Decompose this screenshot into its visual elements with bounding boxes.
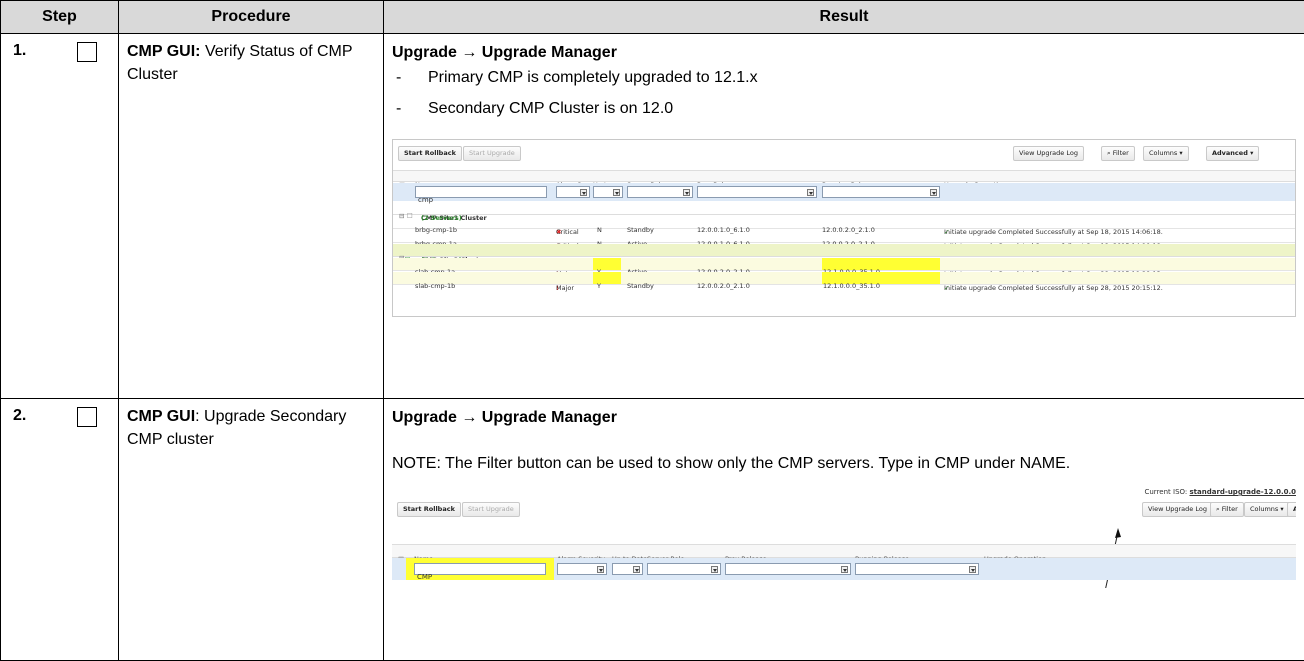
current-iso-link[interactable]: standard-upgrade-12.0.0.0 <box>1190 488 1297 496</box>
table-row[interactable]: brbg-cmp-1a ✖ Critical N Active 12.0.0.1… <box>393 230 1295 243</box>
step-row-1: 1. CMP GUI: Verify Status of CMP Cluster… <box>1 34 1304 399</box>
prev-release: 12.0.0.2.0_2.1.0 <box>697 274 750 299</box>
alarm-filter-select[interactable] <box>557 563 607 575</box>
chevron-down-icon <box>580 189 587 196</box>
advanced-button[interactable]: Adva <box>1287 502 1296 517</box>
filter-row: cmp <box>393 183 1295 201</box>
procedure-table: Step Procedure Result 1. CMP GUI: Verify… <box>0 0 1304 661</box>
step-cell-2: 2. <box>1 399 119 661</box>
grid-header: ▤ Name Alarm Se... Up to ... Server Role… <box>393 170 1295 182</box>
uptodate-value: Y <box>593 272 621 284</box>
step-number: 2. <box>13 407 26 425</box>
header-result: Result <box>384 1 1304 34</box>
step-checkbox[interactable] <box>77 42 97 62</box>
view-upgrade-log-button[interactable]: View Upgrade Log <box>1013 146 1084 161</box>
grid-header: ▤ Name Alarm Severity Up to Date Server … <box>392 544 1296 558</box>
alarm-text: Major <box>556 276 574 301</box>
procedure-label: CMP GUI: <box>127 43 200 60</box>
chevron-down-icon <box>807 189 814 196</box>
advanced-button[interactable]: Advanced ▾ <box>1206 146 1259 161</box>
running-filter-select[interactable] <box>822 186 940 198</box>
operation-text: Initiate upgrade Completed Successfully … <box>944 276 1163 301</box>
result-heading: Upgrade → Upgrade Manager <box>392 40 1296 65</box>
step-checkbox[interactable] <box>77 407 97 427</box>
chevron-down-icon <box>841 566 848 573</box>
step-cell-1: 1. <box>1 34 119 399</box>
cluster-group-row[interactable]: ⊟ ☐ CMP Site1 Cluster (2 Servers) <box>393 202 1295 215</box>
result-cell-2: Upgrade → Upgrade Manager NOTE: The Filt… <box>384 399 1304 661</box>
header-step: Step <box>1 1 119 34</box>
chevron-down-icon <box>969 566 976 573</box>
upgrade-manager-screenshot: Start Rollback Start Upgrade View Upgrad… <box>392 139 1296 317</box>
result-cell-1: Upgrade → Upgrade Manager Primary CMP is… <box>384 34 1304 399</box>
filter-row: CMP <box>392 558 1296 580</box>
running-filter-select[interactable] <box>855 563 979 575</box>
server-role: Standby <box>627 274 654 299</box>
view-upgrade-log-button[interactable]: View Upgrade Log <box>1142 502 1213 517</box>
role-filter-select[interactable] <box>647 563 721 575</box>
current-iso-label: Current ISO: <box>1144 488 1187 496</box>
step-row-2: 2. CMP GUI: Upgrade Secondary CMP cluste… <box>1 399 1304 661</box>
table-row[interactable]: slab-cmp-1a ! Major Y Active 12.0.0.2.0_… <box>393 258 1295 271</box>
start-upgrade-button[interactable]: Start Upgrade <box>463 146 521 161</box>
note-text: NOTE: The Filter button can be used to s… <box>392 452 1296 476</box>
chevron-down-icon <box>711 566 718 573</box>
cluster-group-row[interactable]: ⊟ ☑ CMP Site2 Cluster (2 Servers) <box>393 244 1295 257</box>
procedure-label: CMP GUI <box>127 408 195 425</box>
filter-button[interactable]: ⌕ Filter <box>1101 146 1135 161</box>
running-release: 12.1.0.0.0_35.1.0 <box>822 272 940 284</box>
name-filter-input[interactable]: cmp <box>415 186 547 198</box>
columns-button[interactable]: Columns ▾ <box>1143 146 1189 161</box>
start-upgrade-button[interactable]: Start Upgrade <box>462 502 520 517</box>
columns-button[interactable]: Columns ▾ <box>1244 502 1290 517</box>
uptodate-value: Y <box>593 258 621 270</box>
result-bullet: Primary CMP is completely upgraded to 12… <box>392 65 1296 90</box>
header-procedure: Procedure <box>119 1 384 34</box>
name-filter-input[interactable]: CMP <box>414 563 546 575</box>
procedure-cell-2: CMP GUI: Upgrade Secondary CMP cluster <box>119 399 384 661</box>
uptodate-filter-select[interactable] <box>612 563 643 575</box>
toolbar: Start Rollback Start Upgrade View Upgrad… <box>392 496 1296 522</box>
alarm-filter-select[interactable] <box>556 186 590 198</box>
prev-filter-select[interactable] <box>725 563 851 575</box>
chevron-down-icon <box>930 189 937 196</box>
chevron-down-icon <box>633 566 640 573</box>
upgrade-manager-screenshot-2: Current ISO: standard-upgrade-12.0.0.0 S… <box>392 478 1296 588</box>
running-release: 12.1.0.0.0_35.1.0 <box>822 258 940 270</box>
chevron-down-icon <box>597 566 604 573</box>
prev-filter-select[interactable] <box>697 186 817 198</box>
result-bullet: Secondary CMP Cluster is on 12.0 <box>392 96 1296 121</box>
server-name: slab-cmp-1b <box>415 274 455 299</box>
table-row[interactable]: slab-cmp-1b ! Major Y Standby 12.0.0.2.0… <box>393 272 1295 285</box>
role-filter-select[interactable] <box>627 186 693 198</box>
uptodate-filter-select[interactable] <box>593 186 623 198</box>
start-rollback-button[interactable]: Start Rollback <box>397 502 461 517</box>
table-header-row: Step Procedure Result <box>1 1 1304 34</box>
procedure-cell-1: CMP GUI: Verify Status of CMP Cluster <box>119 34 384 399</box>
chevron-down-icon <box>683 189 690 196</box>
table-row[interactable]: brbg-cmp-1b ✖ Critical N Standby 12.0.0.… <box>393 216 1295 229</box>
chevron-down-icon <box>613 189 620 196</box>
toolbar: Start Rollback Start Upgrade View Upgrad… <box>393 140 1295 166</box>
filter-button[interactable]: ⌕ Filter <box>1210 502 1244 517</box>
step-number: 1. <box>13 42 26 60</box>
result-heading: Upgrade → Upgrade Manager <box>392 405 1296 430</box>
filter-value: CMP <box>417 565 432 588</box>
start-rollback-button[interactable]: Start Rollback <box>398 146 462 161</box>
